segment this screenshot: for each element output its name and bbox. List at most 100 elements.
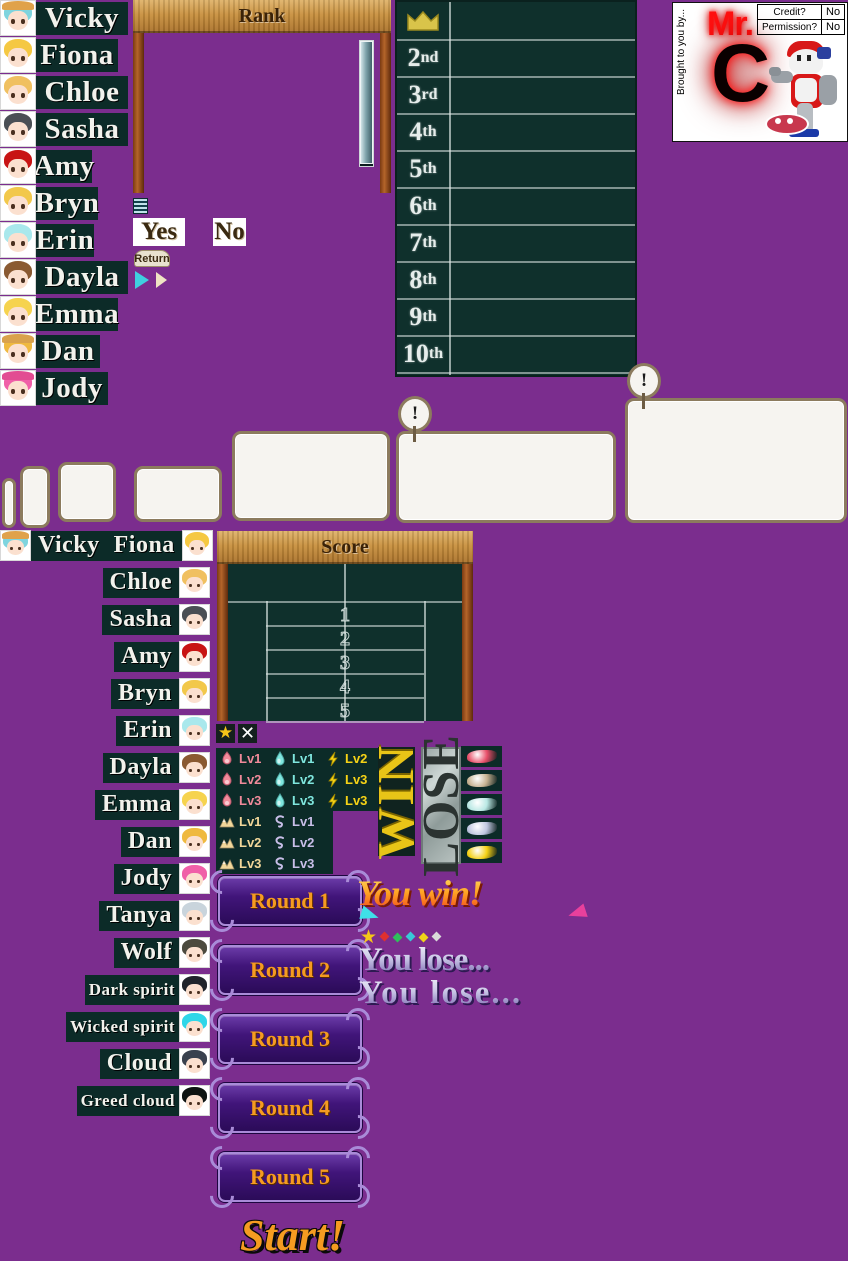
element-badge-wind-lv3[interactable]: Lv3 [269,853,333,874]
roster-bottom-item-wicked-spirit[interactable]: Wicked spirit [0,1011,210,1042]
leaderboard-rank-number: 4 [409,116,423,146]
roster-bottom-item-dan[interactable]: Dan [0,826,210,857]
item-slot-fire-gem[interactable] [461,746,502,767]
element-badge-level-label: Lv2 [292,772,315,787]
item-slot-water-gem[interactable] [461,794,502,815]
roster-item-amy[interactable]: Amy [0,148,94,184]
return-button[interactable]: Return [134,250,170,267]
roster-bottom-item-emma[interactable]: Emma [0,789,210,820]
element-badge-level-label: Lv1 [292,751,315,766]
roster-bottom-label: Emma [95,789,179,820]
droplet-icon [272,771,288,788]
roster-item-dan[interactable]: Dan [0,333,100,369]
roster-bottom-item-amy[interactable]: Amy [0,641,210,672]
rank-scrollbar-track[interactable] [359,40,374,167]
speech-bubble [20,466,50,528]
roster-bottom-row-first[interactable]: Vicky Fiona [0,530,213,561]
leaderboard-rank-suffix: th [422,196,437,214]
no-button[interactable]: No [213,218,246,246]
avatar [0,222,36,258]
roster-item-chloe[interactable]: Chloe [0,74,128,110]
next-arrow-inactive-icon[interactable] [156,272,167,288]
round-button-scroll-ornament [205,1110,239,1144]
score-board-post-right [462,564,473,721]
droplet-icon [272,750,288,767]
next-arrow-active-icon[interactable] [135,271,149,289]
rank-scrollbar-thumb[interactable] [360,41,373,164]
roster-bottom-item-cloud[interactable]: Cloud [0,1048,210,1079]
roster-item-jody[interactable]: Jody [0,370,108,406]
roster-bottom-label: Greed cloud [76,1085,179,1116]
avatar [179,715,210,746]
round-button-label: Round 1 [249,888,331,913]
roster-item-dayla[interactable]: Dayla [0,259,128,295]
avatar [0,148,36,184]
round-button-5[interactable]: Round 5 [205,1141,375,1213]
item-slot-earth-gem[interactable] [461,770,502,791]
roster-bottom-item-dayla[interactable]: Dayla [0,752,210,783]
score-row-number-2: 2 [340,627,351,650]
roster-bottom-item-dark-spirit[interactable]: Dark spirit [0,974,210,1005]
roster-bottom-item-chloe[interactable]: Chloe [0,567,210,598]
you-win-text: You win! [357,873,483,913]
roster-item-vicky[interactable]: Vicky [0,0,128,36]
roster-item-label: Fiona [36,38,118,72]
confetti-chip [379,931,390,942]
avatar [179,900,210,931]
roster-bottom-item-erin[interactable]: Erin [0,715,210,746]
roster-bottom-item-greed-cloud[interactable]: Greed cloud [0,1085,210,1116]
avatar [179,678,210,709]
score-board-header: Score [217,531,473,564]
item-slot-lightning-gem[interactable] [461,842,502,863]
favorite-toggle[interactable]: ★ [216,724,235,743]
round-button-scroll-ornament [205,934,239,968]
rank-board-title: Rank [238,5,286,27]
roster-bottom-item-sasha[interactable]: Sasha [0,604,210,635]
bolt-icon [325,793,341,809]
roster-bottom-label: Erin [116,715,179,746]
element-badge-wind-lv2[interactable]: Lv2 [269,832,333,853]
roster-item-fiona[interactable]: Fiona [0,37,118,73]
roster-bottom-label: Wicked spirit [66,1011,179,1042]
roster-bottom-label: Cloud [99,1048,179,1079]
round-button-1[interactable]: Round 1 [205,865,375,937]
confetti-chip [392,932,403,943]
item-slot-wind-gem[interactable] [461,818,502,839]
round-button-3[interactable]: Round 3 [205,1003,375,1075]
avatar [0,530,31,561]
avatar [0,0,36,36]
roster-item-erin[interactable]: Erin [0,222,94,258]
speech-bubble [58,462,116,522]
avatar [179,1085,210,1116]
round-button-2[interactable]: Round 2 [205,934,375,1006]
roster-bottom-item-wolf[interactable]: Wolf [0,937,210,968]
roster-item-emma[interactable]: Emma [0,296,119,332]
round-button-scroll-ornament [341,1072,375,1106]
droplet-icon [272,792,288,809]
you-lose-text: You lose... [359,942,490,978]
leaderboard-rank-suffix: th [422,270,437,288]
leaderboard-rank-5: 5th [397,150,449,187]
sponsor-banner[interactable]: Brought to you by... Mr. C Credit? No Perm… [672,2,848,142]
menu-list-icon[interactable] [133,198,148,214]
clear-toggle[interactable]: ✕ [238,724,257,743]
round-button-scroll-ornament [205,1141,239,1175]
start-button[interactable]: Start! [240,1210,345,1261]
element-badge-wind-lv1[interactable]: Lv1 [269,811,333,832]
round-button-4[interactable]: Round 4 [205,1072,375,1144]
avatar [0,259,36,295]
roster-bottom-item-jody[interactable]: Jody [0,863,210,894]
round-button-scroll-ornament [205,1179,239,1213]
roster-bottom-item-tanya[interactable]: Tanya [0,900,210,931]
round-button-label: Round 4 [249,1095,331,1120]
avatar [179,863,210,894]
roster-bottom-item-bryn[interactable]: Bryn [0,678,210,709]
roster-item-bryn[interactable]: Bryn [0,185,99,221]
avatar [179,937,210,968]
avatar [0,185,36,221]
roster-item-sasha[interactable]: Sasha [0,111,128,147]
roster-bottom-label: Tanya [99,900,179,931]
roster-item-label: Sasha [36,112,128,146]
round-button-label: Round 2 [249,957,331,982]
yes-button[interactable]: Yes [133,218,185,246]
